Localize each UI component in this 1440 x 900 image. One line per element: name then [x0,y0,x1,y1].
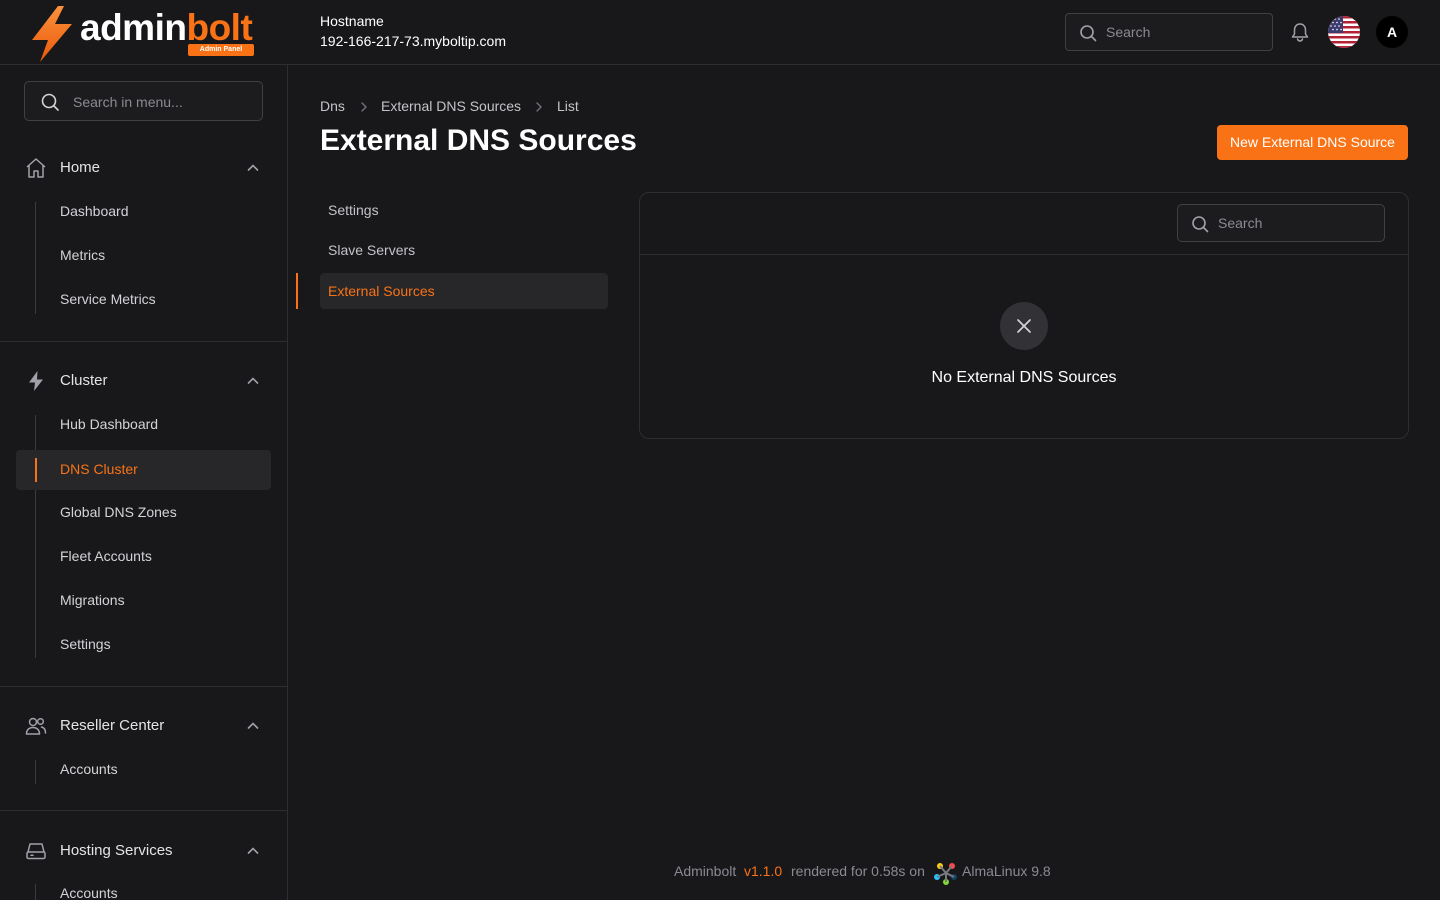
footer-os: AlmaLinux 9.8 [962,863,1051,879]
sidebar-item-label: Dashboard [60,203,129,219]
us-flag-icon[interactable] [1328,16,1360,48]
sidebar-item-label: Metrics [60,247,106,263]
hostname-info: Hostname 192-166-217-73.myboltip.com [320,12,506,52]
sidebar-divider [0,341,287,342]
subnav-active-indicator [296,273,298,309]
sidebar-divider [0,686,287,687]
adminbolt-logo[interactable]: adminbolt Admin Panel [28,6,268,62]
menu-search-input[interactable]: Search in menu... [24,81,263,121]
subnav-label: Settings [328,202,379,218]
sidebar: Search in menu... Home Dashboard Metrics… [0,65,288,900]
sidebar-divider [0,810,287,811]
sidebar-item-label: DNS Cluster [60,461,138,477]
sidebar-item-label: Global DNS Zones [60,504,177,520]
sidebar-item-label: Service Metrics [60,291,156,307]
subnav-label: Slave Servers [328,242,416,258]
bell-icon[interactable] [1289,21,1311,43]
sidebar-group-reseller-center[interactable]: Reseller Center [0,706,287,746]
sidebar-group-label: Home [60,159,101,176]
table-search-placeholder: Search [1218,215,1263,231]
close-icon [1017,319,1031,333]
sidebar-item-dashboard[interactable]: Dashboard [16,192,271,232]
new-external-dns-source-button[interactable]: New External DNS Source [1217,125,1408,160]
chevron-up-icon [247,164,259,171]
sidebar-group-hosting-services[interactable]: Hosting Services [0,831,287,871]
chevron-up-icon [247,377,259,384]
sidebar-item-cluster-settings[interactable]: Settings [16,625,271,665]
active-indicator [35,458,37,482]
sidebar-group-label: Cluster [60,372,108,389]
sidebar-item-label: Accounts [60,885,118,900]
sidebar-item-service-metrics[interactable]: Service Metrics [16,280,271,320]
sidebar-item-label: Fleet Accounts [60,548,152,564]
sidebar-group-label: Hosting Services [60,842,173,859]
search-icon [1080,25,1097,42]
server-icon [26,843,46,860]
subnav-item-settings[interactable]: Settings [320,192,608,228]
page-title: External DNS Sources [320,124,637,157]
chevron-up-icon [247,722,259,729]
empty-state-icon [1000,302,1048,350]
sidebar-item-hub-dashboard[interactable]: Hub Dashboard [16,405,271,445]
sidebar-item-fleet-accounts[interactable]: Fleet Accounts [16,537,271,577]
menu-search-placeholder: Search in menu... [73,94,183,110]
sidebar-item-label: Settings [60,636,111,652]
bolt-icon [29,371,43,391]
users-icon [25,717,47,735]
breadcrumb-item-dns[interactable]: Dns [320,98,345,114]
subnav-label: External Sources [328,283,435,299]
sidebar-item-global-dns-zones[interactable]: Global DNS Zones [16,493,271,533]
footer-version[interactable]: v1.1.0 [744,863,782,879]
sidebar-group-cluster[interactable]: Cluster [0,361,287,401]
footer-app-name: Adminbolt [674,863,737,879]
hostname-label: Hostname [320,13,384,29]
top-header: adminbolt Admin Panel Hostname 192-166-2… [0,0,1440,65]
chevron-right-icon [361,102,367,112]
breadcrumb-item-external-dns-sources[interactable]: External DNS Sources [381,98,521,114]
table-search-input[interactable]: Search [1177,204,1385,242]
sidebar-item-label: Hub Dashboard [60,416,159,432]
home-icon [26,158,46,178]
external-sources-table-panel: Search No External DNS Sources [639,192,1409,439]
chevron-right-icon [536,102,542,112]
sidebar-item-reseller-accounts[interactable]: Accounts [16,750,271,790]
bolt-logo-icon [32,6,72,62]
logo-badge: Admin Panel [188,44,254,56]
sidebar-item-dns-cluster[interactable]: DNS Cluster [16,450,271,490]
empty-state-text: No External DNS Sources [931,369,1117,386]
sidebar-item-label: Accounts [60,761,118,777]
global-search-input[interactable]: Search [1065,13,1273,51]
breadcrumb-item-list: List [557,98,579,114]
almalinux-logo-icon [934,863,957,885]
hostname-value: 192-166-217-73.myboltip.com [320,33,506,49]
sidebar-item-metrics[interactable]: Metrics [16,236,271,276]
chevron-up-icon [247,847,259,854]
sidebar-group-home[interactable]: Home [0,148,287,188]
search-icon [1192,216,1209,233]
search-icon [41,93,59,111]
table-toolbar: Search [640,193,1408,255]
sidebar-group-label: Reseller Center [60,717,165,734]
sidebar-item-migrations[interactable]: Migrations [16,581,271,621]
subnav-item-slave-servers[interactable]: Slave Servers [320,232,608,268]
sidebar-item-hosting-accounts[interactable]: Accounts [16,874,271,900]
global-search-placeholder: Search [1106,24,1151,40]
sidebar-item-label: Migrations [60,592,125,608]
footer-rendered-text: rendered for 0.58s on [791,863,925,879]
user-avatar[interactable]: A [1376,16,1408,48]
logo-wordmark: adminbolt [80,7,253,48]
subnav-item-external-sources[interactable]: External Sources [320,273,608,309]
